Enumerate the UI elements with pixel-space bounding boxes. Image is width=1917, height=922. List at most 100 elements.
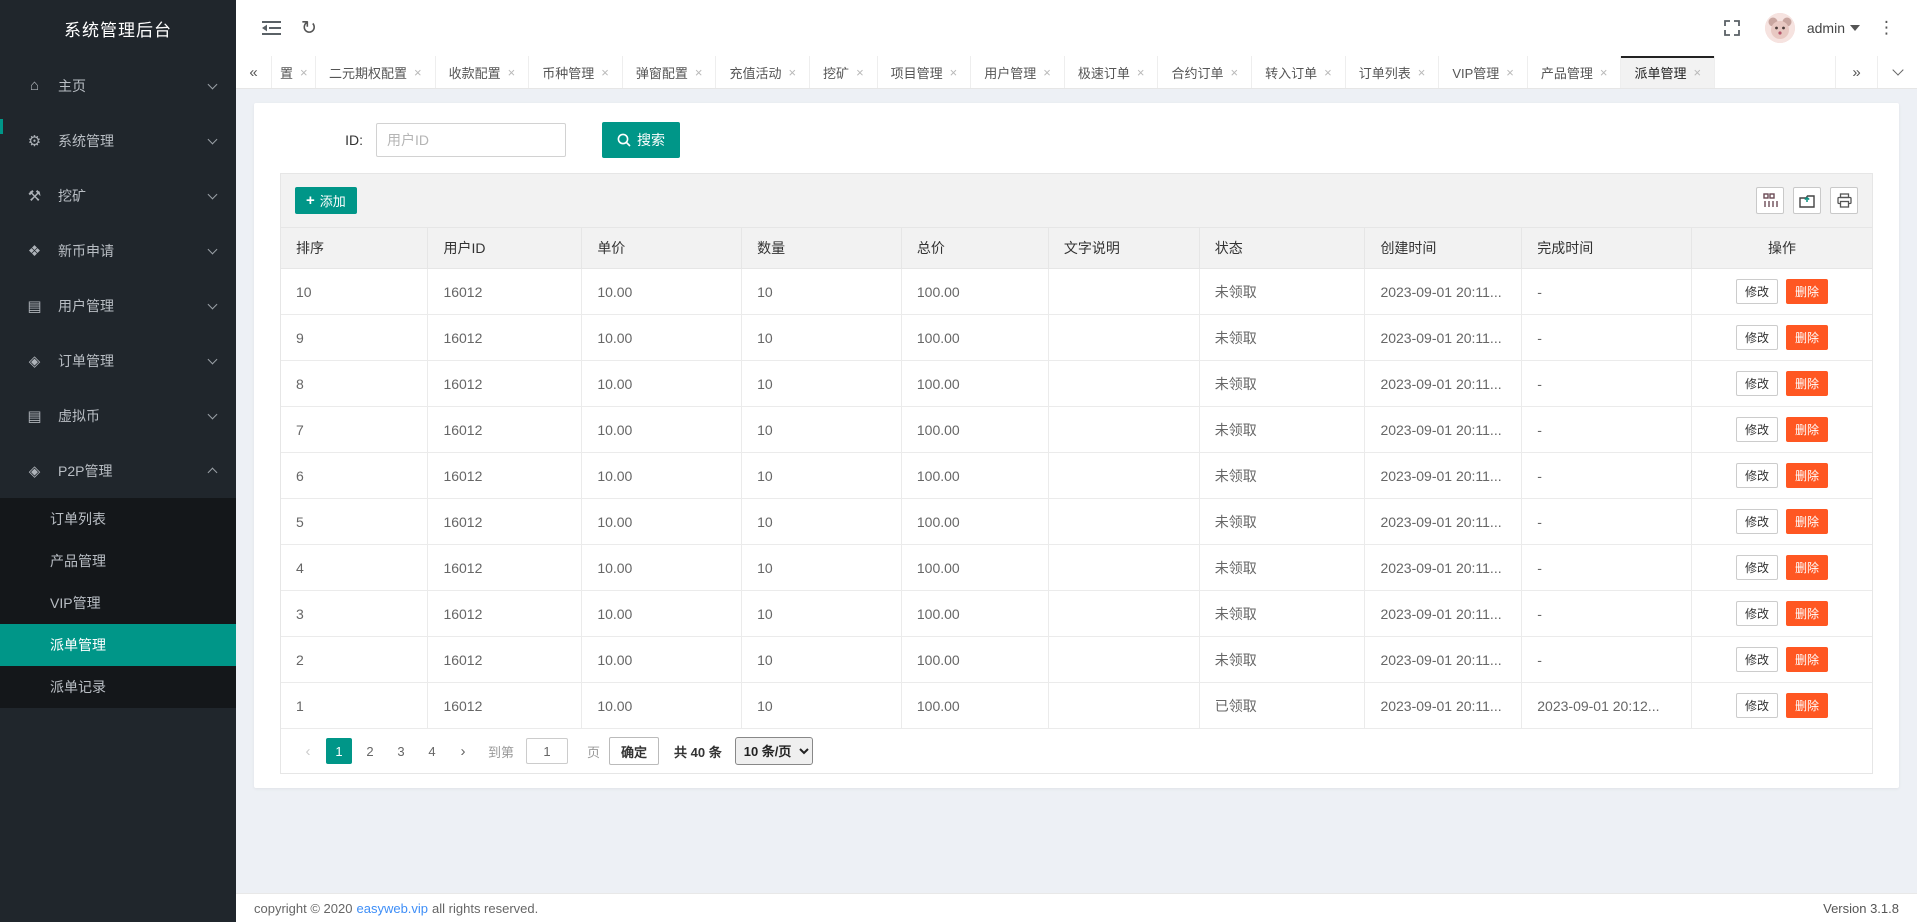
sidebar-subitem-产品管理[interactable]: 产品管理 xyxy=(0,540,236,582)
edit-button[interactable]: 修改 xyxy=(1735,463,1778,488)
delete-button[interactable]: 删除 xyxy=(1785,325,1828,350)
sidebar-item-挖矿[interactable]: ⚒ 挖矿 xyxy=(0,168,236,223)
tab-转入订单[interactable]: 转入订单 × xyxy=(1252,56,1346,88)
tab-收款配置[interactable]: 收款配置 × xyxy=(436,56,530,88)
delete-button[interactable]: 删除 xyxy=(1785,463,1828,488)
tab-合约订单[interactable]: 合约订单 × xyxy=(1158,56,1253,88)
cell-qty: 10 xyxy=(741,406,902,453)
close-icon[interactable]: × xyxy=(1506,65,1514,80)
export-button[interactable] xyxy=(1793,187,1821,214)
close-icon[interactable]: × xyxy=(950,65,958,80)
delete-button[interactable]: 删除 xyxy=(1785,417,1828,442)
sidebar-item-新币申请[interactable]: ❖ 新币申请 xyxy=(0,223,236,278)
cell-price: 10.00 xyxy=(581,406,743,453)
sidebar-scrollbar-thumb[interactable] xyxy=(0,119,3,134)
tabs-dropdown[interactable] xyxy=(1877,56,1917,88)
delete-button[interactable]: 删除 xyxy=(1785,371,1828,396)
tab-订单列表[interactable]: 订单列表 × xyxy=(1346,56,1440,88)
tab-极速订单[interactable]: 极速订单 × xyxy=(1065,56,1159,88)
edit-button[interactable]: 修改 xyxy=(1735,279,1778,304)
sidebar-item-主页[interactable]: ⌂ 主页 xyxy=(0,58,236,113)
sidebar-subitem-派单管理[interactable]: 派单管理 xyxy=(0,624,236,666)
close-icon[interactable]: × xyxy=(695,65,703,80)
goto-page-input[interactable] xyxy=(526,738,569,764)
tab-挖矿[interactable]: 挖矿 × xyxy=(810,56,878,88)
edit-button[interactable]: 修改 xyxy=(1735,647,1778,672)
table-wrapper: + 添加 排序 用户ID 单价 数量 总价 文字说明 状态 创建时间 完成时间 … xyxy=(280,173,1873,774)
close-icon[interactable]: × xyxy=(414,65,422,80)
tab-产品管理[interactable]: 产品管理 × xyxy=(1528,56,1622,88)
search-button-label: 搜索 xyxy=(637,132,665,148)
tabs-scroll-right[interactable]: » xyxy=(1835,56,1877,88)
sidebar-subitem-订单列表[interactable]: 订单列表 xyxy=(0,498,236,540)
fullscreen-icon[interactable] xyxy=(1713,10,1751,46)
page-button-3[interactable]: 3 xyxy=(388,738,414,764)
tab-币种管理[interactable]: 币种管理 × xyxy=(529,56,623,88)
page-button-4[interactable]: 4 xyxy=(419,738,445,764)
delete-button[interactable]: 删除 xyxy=(1785,647,1828,672)
close-icon[interactable]: × xyxy=(1231,65,1239,80)
close-icon[interactable]: × xyxy=(1600,65,1608,80)
delete-button[interactable]: 删除 xyxy=(1785,693,1828,718)
edit-button[interactable]: 修改 xyxy=(1735,371,1778,396)
avatar[interactable] xyxy=(1764,13,1795,43)
cell-user_id: 16012 xyxy=(427,406,583,453)
user-menu[interactable]: admin xyxy=(1807,20,1860,36)
tabs-scroll-left[interactable]: « xyxy=(236,56,272,88)
search-input[interactable] xyxy=(376,123,566,157)
page-button-1[interactable]: 1 xyxy=(326,738,352,764)
close-icon[interactable]: × xyxy=(601,65,609,80)
sidebar-subitem-派单记录[interactable]: 派单记录 xyxy=(0,666,236,708)
page-button-2[interactable]: 2 xyxy=(357,738,383,764)
close-icon[interactable]: × xyxy=(1324,65,1332,80)
tab-置[interactable]: 置 × xyxy=(272,56,316,88)
close-icon[interactable]: × xyxy=(1694,65,1702,80)
columns-toggle-button[interactable] xyxy=(1756,187,1784,214)
close-icon[interactable]: × xyxy=(508,65,516,80)
edit-button[interactable]: 修改 xyxy=(1735,693,1778,718)
copyright-link[interactable]: easyweb.vip xyxy=(356,901,428,916)
page-next-button[interactable]: › xyxy=(450,738,476,764)
sidebar-item-系统管理[interactable]: ⚙ 系统管理 xyxy=(0,113,236,168)
edit-button[interactable]: 修改 xyxy=(1735,417,1778,442)
delete-button[interactable]: 删除 xyxy=(1785,555,1828,580)
tab-二元期权配置[interactable]: 二元期权配置 × xyxy=(316,56,436,88)
sidebar-toggle-icon[interactable] xyxy=(252,10,290,46)
sidebar-subitem-VIP管理[interactable]: VIP管理 xyxy=(0,582,236,624)
close-icon[interactable]: × xyxy=(300,65,308,80)
add-button[interactable]: + 添加 xyxy=(295,187,357,214)
tab-项目管理[interactable]: 项目管理 × xyxy=(878,56,972,88)
cell-actions: 修改 删除 xyxy=(1690,636,1872,683)
edit-button[interactable]: 修改 xyxy=(1735,509,1778,534)
delete-button[interactable]: 删除 xyxy=(1785,279,1828,304)
print-button[interactable] xyxy=(1830,187,1858,214)
goto-confirm-button[interactable]: 确定 xyxy=(609,737,660,765)
page-size-select[interactable]: 10 条/页 xyxy=(734,737,813,765)
sidebar-item-订单管理[interactable]: ◈ 订单管理 xyxy=(0,333,236,388)
sidebar-item-虚拟币[interactable]: ▤ 虚拟币 xyxy=(0,388,236,443)
kebab-menu-icon[interactable]: ⋮ xyxy=(1864,18,1903,38)
sidebar-item-用户管理[interactable]: ▤ 用户管理 xyxy=(0,278,236,333)
tab-VIP管理[interactable]: VIP管理 × xyxy=(1439,56,1528,88)
delete-button[interactable]: 删除 xyxy=(1785,509,1828,534)
close-icon[interactable]: × xyxy=(1043,65,1051,80)
column-header-用户ID: 用户ID xyxy=(427,228,583,269)
delete-button[interactable]: 删除 xyxy=(1785,601,1828,626)
sidebar-item-P2P管理[interactable]: ◈ P2P管理 xyxy=(0,443,236,498)
search-button[interactable]: 搜索 xyxy=(602,122,680,158)
edit-button[interactable]: 修改 xyxy=(1735,601,1778,626)
edit-button[interactable]: 修改 xyxy=(1735,555,1778,580)
close-icon[interactable]: × xyxy=(1137,65,1145,80)
tab-派单管理[interactable]: 派单管理 × xyxy=(1621,56,1716,88)
footer: copyright © 2020 easyweb.vip all rights … xyxy=(236,893,1917,922)
page-prev-button[interactable]: ‹ xyxy=(295,738,321,764)
close-icon[interactable]: × xyxy=(856,65,864,80)
edit-button[interactable]: 修改 xyxy=(1735,325,1778,350)
close-icon[interactable]: × xyxy=(1418,65,1426,80)
cell-qty: 10 xyxy=(741,498,902,545)
refresh-icon[interactable]: ↻ xyxy=(290,10,328,46)
tab-充值活动[interactable]: 充值活动 × xyxy=(716,56,811,88)
close-icon[interactable]: × xyxy=(788,65,796,80)
tab-用户管理[interactable]: 用户管理 × xyxy=(971,56,1065,88)
tab-弹窗配置[interactable]: 弹窗配置 × xyxy=(623,56,717,88)
